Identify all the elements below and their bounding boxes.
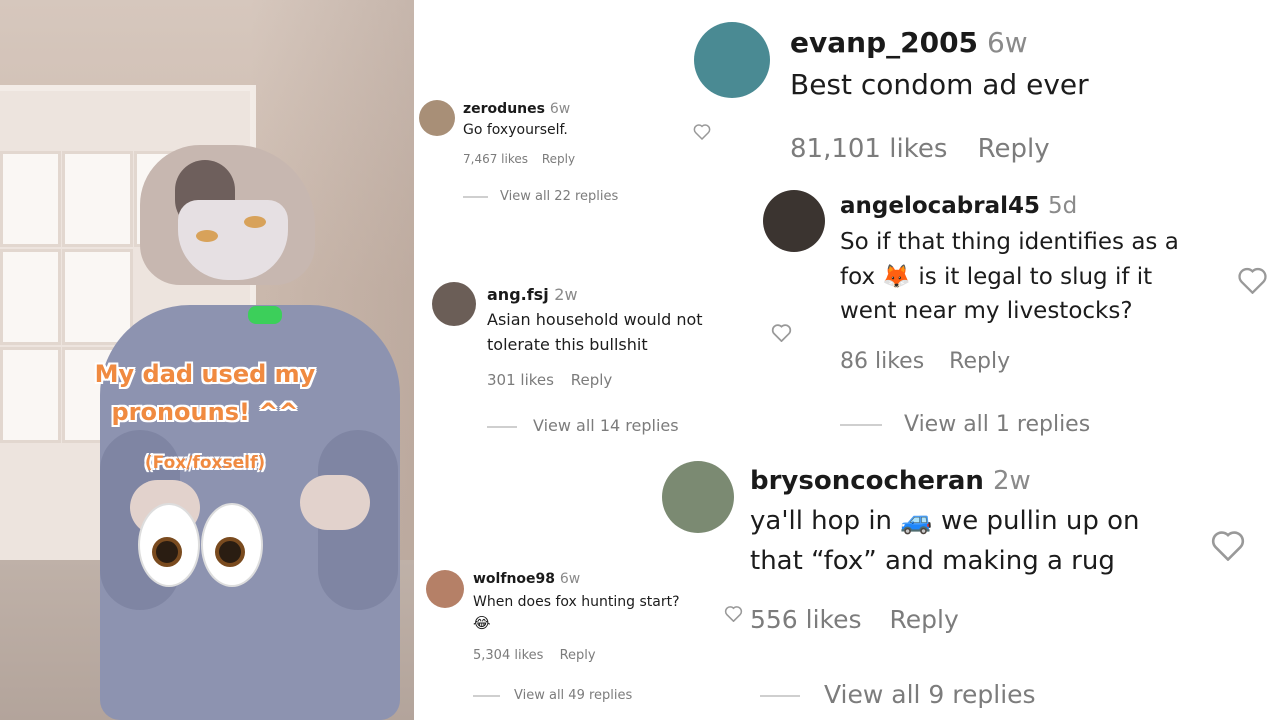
green-collar [248, 306, 282, 324]
comment-meta: 86 likes Reply [840, 349, 1010, 374]
heart-icon[interactable] [724, 605, 743, 622]
avatar[interactable] [419, 100, 455, 136]
like-count: 301 likes [487, 371, 554, 389]
comment-text: Go foxyourself. [463, 122, 568, 138]
comment-text-line1: ya'll hop in 🚙 we pullin up on [750, 506, 1140, 536]
comment-meta: 81,101 likes Reply [790, 134, 1050, 164]
comment-meta: 5,304 likes Reply [473, 648, 596, 663]
reply-button[interactable]: Reply [560, 648, 596, 663]
video-frame[interactable]: My dad used my pronouns! ^^ (Fox/foxself… [0, 0, 414, 720]
eyes-emoji-right [203, 505, 261, 585]
comment-text-line1: So if that thing identifies as a [840, 229, 1179, 255]
view-replies-button[interactable]: View all 22 replies [463, 189, 618, 204]
avatar[interactable] [763, 190, 825, 252]
heart-icon[interactable] [1210, 529, 1246, 561]
video-subcaption: (Fox/foxself) [144, 453, 266, 473]
comment-meta: 556 likes Reply [750, 605, 959, 634]
comment-text: Best condom ad ever [790, 68, 1089, 101]
comment-text-line2: tolerate this bullshit [487, 335, 648, 354]
reply-button[interactable]: Reply [978, 134, 1050, 164]
like-count: 556 likes [750, 605, 862, 634]
view-replies-button[interactable]: View all 14 replies [487, 416, 679, 435]
comment-username[interactable]: brysoncocheran 2w [750, 466, 1031, 496]
view-replies-button[interactable]: View all 49 replies [473, 688, 632, 703]
reply-button[interactable]: Reply [571, 371, 613, 389]
like-count: 5,304 likes [473, 648, 544, 663]
comment-text-line1: Asian household would not [487, 310, 703, 329]
comment-meta: 7,467 likes Reply [463, 152, 575, 166]
heart-icon[interactable] [1237, 266, 1268, 294]
like-count: 7,467 likes [463, 152, 528, 166]
comment-username[interactable]: ang.fsj 2w [487, 285, 578, 304]
heart-icon[interactable] [693, 123, 711, 140]
avatar[interactable] [694, 22, 770, 98]
avatar[interactable] [662, 461, 734, 533]
laughing-emoji: 😂 [473, 614, 491, 632]
reply-button[interactable]: Reply [890, 605, 959, 634]
heart-icon[interactable] [771, 323, 792, 342]
avatar[interactable] [432, 282, 476, 326]
video-caption: My dad used my pronouns! ^^ [94, 360, 316, 426]
comment-username[interactable]: evanp_2005 6w [790, 26, 1028, 59]
reply-button[interactable]: Reply [949, 349, 1010, 374]
car-emoji: 🚙 [900, 506, 933, 536]
comment-meta: 301 likes Reply [487, 371, 612, 389]
comment-text: When does fox hunting start? [473, 594, 680, 610]
view-replies-button[interactable]: View all 1 replies [840, 412, 1090, 437]
comment-username[interactable]: wolfnoe98 6w [473, 571, 580, 587]
comment-text-line2: that “fox” and making a rug [750, 546, 1115, 576]
eyes-emoji-left [140, 505, 198, 585]
like-count: 86 likes [840, 349, 925, 374]
fox-emoji: 🦊 [882, 264, 912, 290]
like-count: 81,101 likes [790, 134, 948, 164]
comment-username[interactable]: zerodunes 6w [463, 101, 570, 117]
comment-text-line2: fox 🦊 is it legal to slug if it [840, 264, 1153, 290]
reply-button[interactable]: Reply [542, 152, 575, 166]
avatar[interactable] [426, 570, 464, 608]
comment-username[interactable]: angelocabral45 5d [840, 193, 1077, 219]
view-replies-button[interactable]: View all 9 replies [760, 680, 1036, 709]
comment-text-line3: went near my livestocks? [840, 298, 1133, 324]
